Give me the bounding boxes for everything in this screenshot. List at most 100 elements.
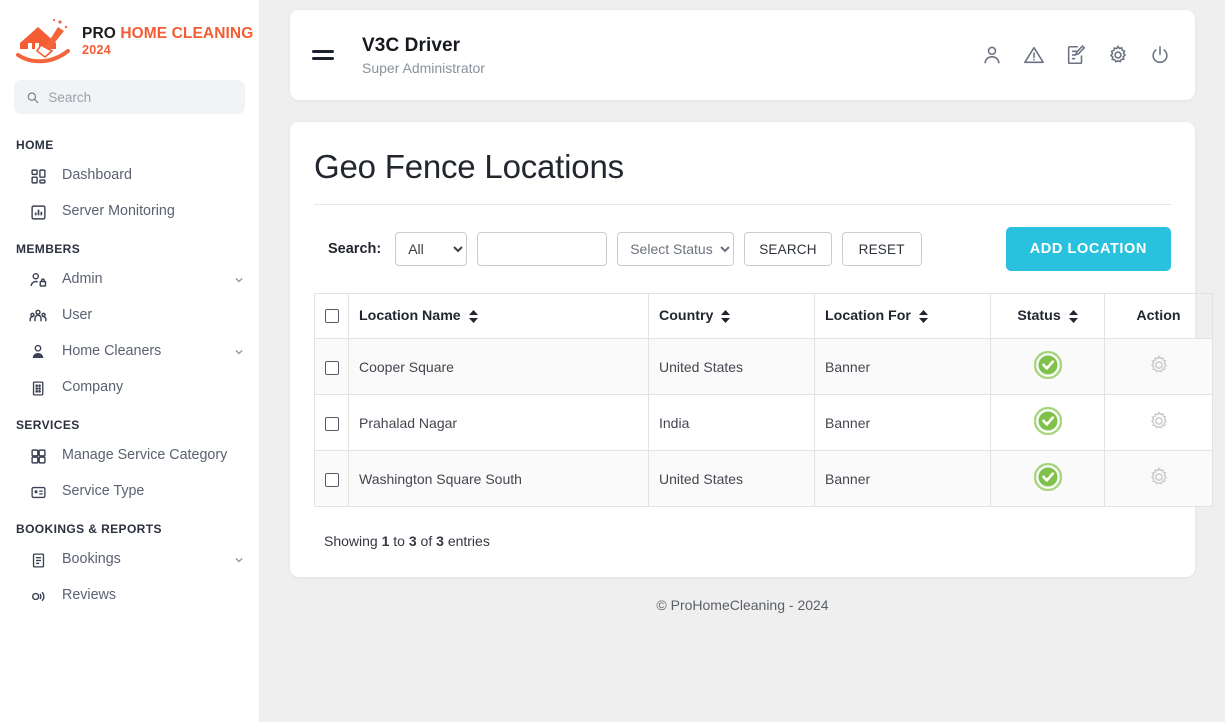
- search-keyword-input[interactable]: [477, 232, 607, 266]
- sidebar-item-label: Manage Service Category: [62, 447, 245, 465]
- user-icon: [28, 342, 48, 362]
- search-button[interactable]: SEARCH: [744, 232, 831, 266]
- cell-country: India: [649, 395, 815, 451]
- gear-icon[interactable]: [1148, 354, 1170, 376]
- cell-status: [991, 451, 1105, 507]
- power-icon[interactable]: [1149, 44, 1171, 66]
- profile-icon[interactable]: [981, 44, 1003, 66]
- topbar: V3C Driver Super Administrator: [290, 10, 1195, 100]
- logo-year-text: 2024: [82, 44, 253, 57]
- sidebar-item-dashboard[interactable]: Dashboard: [0, 158, 259, 194]
- search-input[interactable]: [48, 90, 233, 105]
- showing-total: 3: [436, 533, 444, 549]
- edit-document-icon[interactable]: [1065, 44, 1087, 66]
- brand-logo[interactable]: PRO HOME CLEANING 2024: [0, 0, 259, 74]
- select-all-checkbox[interactable]: [325, 309, 339, 323]
- column-header-status[interactable]: Status: [991, 294, 1105, 339]
- logo-pro-text: PRO: [82, 25, 116, 42]
- user-lock-icon: [28, 270, 48, 290]
- sidebar: PRO HOME CLEANING 2024 HOME: [0, 0, 260, 722]
- nav-section-home: HOME: [0, 126, 259, 158]
- showing-mid: to: [393, 533, 405, 549]
- chevron-down-icon[interactable]: [233, 274, 245, 286]
- table-head: Location Name Country Location For: [315, 294, 1213, 339]
- row-checkbox[interactable]: [325, 361, 339, 375]
- topbar-titles: V3C Driver Super Administrator: [362, 35, 485, 76]
- sort-arrows-icon[interactable]: [469, 310, 478, 323]
- showing-entries: Showing 1 to 3 of 3 entries: [314, 507, 1171, 555]
- column-header-location-for[interactable]: Location For: [815, 294, 991, 339]
- cell-status: [991, 339, 1105, 395]
- sidebar-item-admin[interactable]: Admin: [0, 262, 259, 298]
- select-all-header: [315, 294, 349, 339]
- gear-icon[interactable]: [1107, 44, 1129, 66]
- showing-from: 1: [382, 533, 390, 549]
- cell-location-for: Banner: [815, 339, 991, 395]
- chevron-down-icon[interactable]: [233, 554, 245, 566]
- topbar-actions: [981, 44, 1171, 66]
- search-scope-select[interactable]: All: [395, 232, 467, 266]
- column-label: Location Name: [359, 308, 461, 324]
- alert-triangle-icon[interactable]: [1023, 44, 1045, 66]
- column-label: Country: [659, 308, 713, 324]
- cell-location-for: Banner: [815, 451, 991, 507]
- status-active-icon[interactable]: [1034, 463, 1062, 491]
- chevron-down-icon[interactable]: [233, 346, 245, 358]
- column-label: Action: [1136, 308, 1180, 324]
- footer-copyright: © ProHomeCleaning - 2024: [290, 577, 1195, 613]
- sidebar-item-label: Service Type: [62, 483, 245, 501]
- row-select-cell: [315, 451, 349, 507]
- row-select-cell: [315, 395, 349, 451]
- sidebar-item-label: Server Monitoring: [62, 203, 245, 221]
- list-document-icon: [28, 550, 48, 570]
- status-active-icon[interactable]: [1034, 407, 1062, 435]
- sort-arrows-icon[interactable]: [721, 310, 730, 323]
- cell-location-name: Cooper Square: [349, 339, 649, 395]
- gear-icon[interactable]: [1148, 410, 1170, 432]
- showing-of: of: [421, 533, 433, 549]
- column-label: Location For: [825, 308, 911, 324]
- sidebar-item-manage-service-category[interactable]: Manage Service Category: [0, 438, 259, 474]
- sidebar-item-label: Bookings: [62, 551, 219, 569]
- sidebar-item-company[interactable]: Company: [0, 370, 259, 406]
- table-header-row: Location Name Country Location For: [315, 294, 1213, 339]
- grid-icon: [28, 446, 48, 466]
- column-header-country[interactable]: Country: [649, 294, 815, 339]
- sort-arrows-icon[interactable]: [919, 310, 928, 323]
- row-checkbox[interactable]: [325, 417, 339, 431]
- showing-suffix: entries: [448, 533, 490, 549]
- sidebar-item-server-monitoring[interactable]: Server Monitoring: [0, 194, 259, 230]
- cell-country: United States: [649, 339, 815, 395]
- sidebar-item-label: User: [62, 307, 245, 325]
- sidebar-item-label: Home Cleaners: [62, 343, 219, 361]
- table-row: Prahalad Nagar India Banner: [315, 395, 1213, 451]
- add-location-button[interactable]: ADD LOCATION: [1006, 227, 1171, 271]
- sidebar-item-label: Dashboard: [62, 167, 245, 185]
- sidebar-item-home-cleaners[interactable]: Home Cleaners: [0, 334, 259, 370]
- sidebar-search[interactable]: [14, 80, 245, 114]
- status-select[interactable]: Select Status: [617, 232, 734, 266]
- sidebar-item-bookings[interactable]: Bookings: [0, 542, 259, 578]
- app-root: PRO HOME CLEANING 2024 HOME: [0, 0, 1225, 722]
- showing-prefix: Showing: [324, 533, 378, 549]
- sort-arrows-icon[interactable]: [1069, 310, 1078, 323]
- sidebar-item-service-type[interactable]: Service Type: [0, 474, 259, 510]
- sidebar-item-reviews[interactable]: Reviews: [0, 578, 259, 614]
- column-header-location-name[interactable]: Location Name: [349, 294, 649, 339]
- showing-to: 3: [409, 533, 417, 549]
- column-label: Status: [1017, 308, 1060, 324]
- reset-button[interactable]: RESET: [842, 232, 922, 266]
- cell-location-name: Prahalad Nagar: [349, 395, 649, 451]
- sidebar-item-label: Admin: [62, 271, 219, 289]
- sidebar-item-user[interactable]: User: [0, 298, 259, 334]
- cell-action: [1105, 451, 1213, 507]
- topbar-title: V3C Driver: [362, 35, 485, 57]
- hamburger-icon[interactable]: [312, 42, 338, 68]
- gear-icon[interactable]: [1148, 466, 1170, 488]
- topbar-subtitle: Super Administrator: [362, 60, 485, 76]
- row-checkbox[interactable]: [325, 473, 339, 487]
- geo-fence-card: Geo Fence Locations Search: All Select S…: [290, 122, 1195, 577]
- main-content: V3C Driver Super Administrator: [260, 0, 1225, 722]
- status-active-icon[interactable]: [1034, 351, 1062, 379]
- cell-location-name: Washington Square South: [349, 451, 649, 507]
